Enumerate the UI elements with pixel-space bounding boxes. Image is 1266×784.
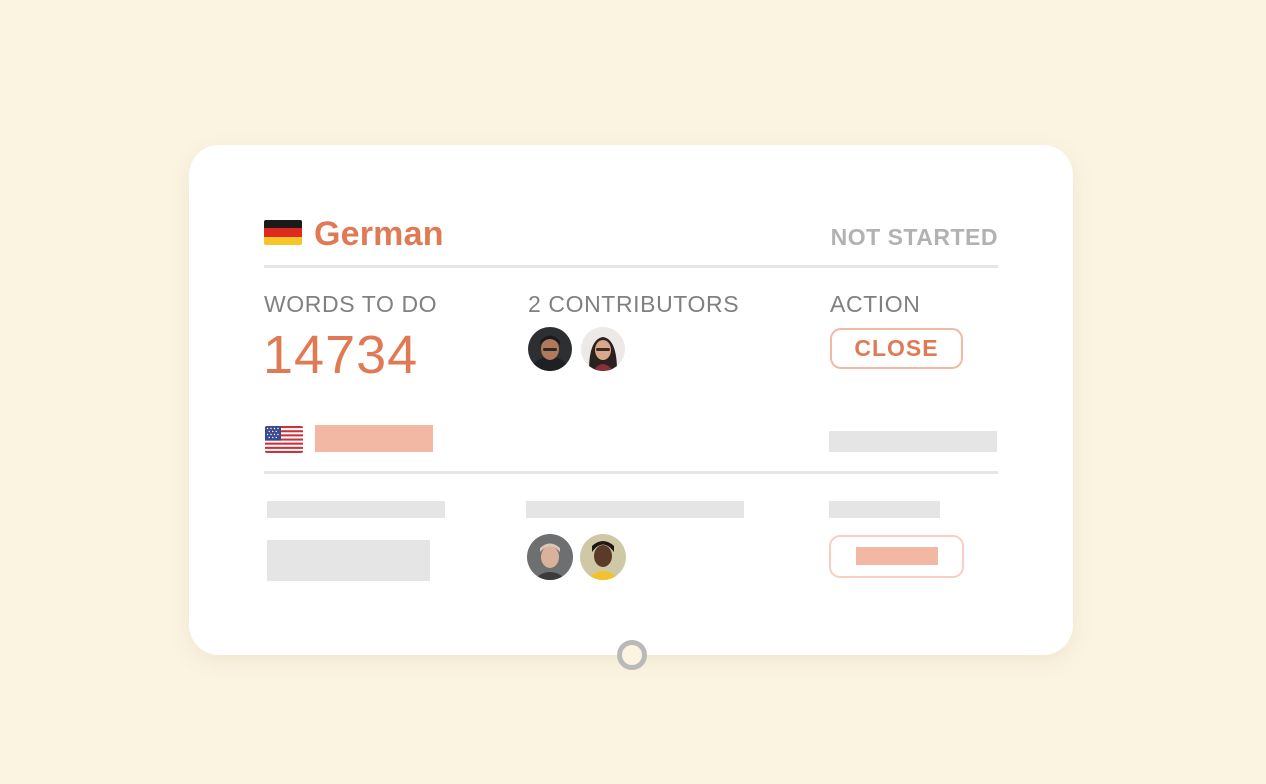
us-flag-icon <box>265 426 303 453</box>
header-divider <box>264 265 998 268</box>
section-divider <box>264 471 998 474</box>
avatar[interactable] <box>527 534 573 580</box>
action-label: ACTION <box>830 291 921 317</box>
close-button[interactable]: CLOSE <box>830 328 963 369</box>
action-button-placeholder[interactable] <box>829 535 964 578</box>
contributor-avatar-1 <box>528 327 572 371</box>
language-title-placeholder <box>315 425 433 452</box>
contributor-avatar-4 <box>580 534 626 580</box>
avatar[interactable] <box>580 534 626 580</box>
words-value-placeholder <box>267 540 430 581</box>
words-to-do-label: WORDS TO DO <box>264 291 438 317</box>
language-card: German NOT STARTED WORDS TO DO 14734 2 C… <box>189 145 1073 655</box>
avatar[interactable] <box>528 327 572 371</box>
action-label-placeholder <box>829 501 940 518</box>
language-title: German <box>314 215 444 253</box>
contributors-label: 2 CONTRIBUTORS <box>528 291 740 317</box>
contributor-avatar-2 <box>581 327 625 371</box>
scroll-indicator[interactable] <box>617 640 647 670</box>
page-background: German NOT STARTED WORDS TO DO 14734 2 C… <box>0 0 1266 784</box>
words-label-placeholder <box>267 501 445 518</box>
contributor-avatar-3 <box>527 534 573 580</box>
status-placeholder <box>829 431 997 452</box>
button-label-placeholder <box>856 547 938 565</box>
words-to-do-value: 14734 <box>263 325 419 385</box>
status-badge: NOT STARTED <box>830 224 998 250</box>
german-flag-icon <box>264 220 302 245</box>
contributors-label-placeholder <box>526 501 744 518</box>
avatar[interactable] <box>581 327 625 371</box>
